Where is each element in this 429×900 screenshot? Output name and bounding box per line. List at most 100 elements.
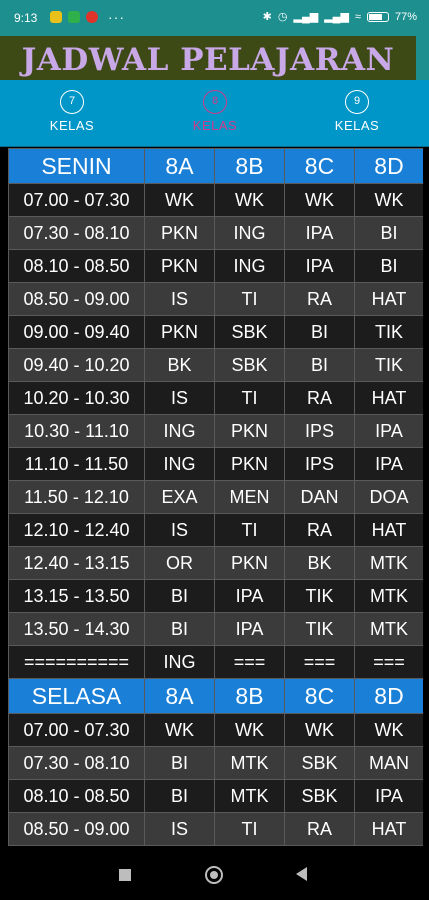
day-header-row: SENIN 8A 8B 8C 8D bbox=[8, 148, 423, 184]
time-slot: 12.10 - 12.40 bbox=[8, 513, 145, 547]
battery-fill bbox=[368, 13, 382, 20]
subject-cell: RA bbox=[284, 513, 355, 547]
day-header-row: SELASA 8A 8B 8C 8D bbox=[8, 678, 423, 714]
status-bar: 9:13 ··· ✱ ◷ ▂▄▆ ▂▄▆ ≈ 77% bbox=[0, 0, 429, 36]
table-row: 07.30 - 08.10 PKN ING IPA BI bbox=[8, 216, 423, 250]
subject-cell: OR bbox=[144, 546, 215, 580]
schedule-scroll[interactable]: SENIN 8A 8B 8C 8D 07.00 - 07.30 WK WK WK WK 07.30 … bbox=[8, 148, 423, 850]
subject-cell: WK bbox=[214, 183, 285, 217]
class-header: 8A bbox=[144, 678, 215, 714]
time-slot: 07.00 - 07.30 bbox=[8, 183, 145, 217]
table-row: 08.10 - 08.50 BI MTK SBK IPA bbox=[8, 779, 423, 813]
navigation-bar bbox=[0, 850, 429, 900]
subject-cell: HAT bbox=[354, 513, 423, 547]
subject-cell: WK bbox=[354, 183, 423, 217]
class-header: 8B bbox=[214, 678, 285, 714]
tab-kelas-7[interactable]: 7 KELAS bbox=[17, 90, 127, 133]
subject-cell: PKN bbox=[144, 315, 215, 349]
time-slot: 13.50 - 14.30 bbox=[8, 612, 145, 646]
subject-cell: WK bbox=[144, 183, 215, 217]
page-title: JADWAL PELAJARAN bbox=[21, 42, 395, 78]
class-header: 8D bbox=[354, 148, 423, 184]
subject-cell: RA bbox=[284, 381, 355, 415]
tab-kelas-9[interactable]: 9 KELAS bbox=[302, 90, 412, 133]
subject-cell: IPA bbox=[354, 447, 423, 481]
subject-cell: MTK bbox=[354, 579, 423, 613]
subject-cell: TI bbox=[214, 513, 285, 547]
status-time: 9:13 bbox=[14, 11, 38, 25]
subject-cell: WK bbox=[214, 713, 285, 747]
subject-cell: IPS bbox=[284, 414, 355, 448]
subject-cell: IPS bbox=[284, 447, 355, 481]
table-row: 07.00 - 07.30 WK WK WK WK bbox=[8, 713, 423, 747]
subject-cell: WK bbox=[284, 713, 355, 747]
subject-cell: === bbox=[354, 645, 423, 679]
table-row: 13.50 - 14.30 BI IPA TIK MTK bbox=[8, 612, 423, 646]
table-row: 09.00 - 09.40 PKN SBK BI TIK bbox=[8, 315, 423, 349]
time-slot: 10.20 - 10.30 bbox=[8, 381, 145, 415]
time-slot: 08.10 - 08.50 bbox=[8, 779, 145, 813]
subject-cell: PKN bbox=[144, 216, 215, 250]
time-slot: 13.15 - 13.50 bbox=[8, 579, 145, 613]
subject-cell: MTK bbox=[354, 612, 423, 646]
tab-label: KELAS bbox=[49, 118, 95, 133]
recent-apps-icon[interactable] bbox=[119, 869, 131, 881]
time-slot: 09.40 - 10.20 bbox=[8, 348, 145, 382]
subject-cell: IS bbox=[144, 812, 215, 846]
subject-cell: MTK bbox=[214, 779, 285, 813]
subject-cell: BI bbox=[144, 746, 215, 780]
subject-cell: SBK bbox=[214, 315, 285, 349]
home-icon[interactable] bbox=[205, 866, 223, 884]
subject-cell: WK bbox=[354, 713, 423, 747]
bluetooth-icon: ✱ bbox=[262, 11, 272, 23]
time-slot: 07.30 - 08.10 bbox=[8, 216, 145, 250]
subject-cell: BK bbox=[144, 348, 215, 382]
class-header: 8B bbox=[214, 148, 285, 184]
mi-red-icon bbox=[86, 11, 98, 23]
notification-yellow-icon bbox=[50, 11, 62, 23]
subject-cell: DOA bbox=[354, 480, 423, 514]
table-row: 12.10 - 12.40 IS TI RA HAT bbox=[8, 513, 423, 547]
subject-cell: WK bbox=[144, 713, 215, 747]
subject-cell: TIK bbox=[284, 612, 355, 646]
wifi-icon: ≈ bbox=[354, 10, 361, 23]
subject-cell: TIK bbox=[354, 348, 423, 382]
subject-cell: SBK bbox=[284, 746, 355, 780]
time-slot: ========== bbox=[8, 645, 145, 679]
subject-cell: TIK bbox=[354, 315, 423, 349]
time-slot: 11.10 - 11.50 bbox=[8, 447, 145, 481]
title-bar: JADWAL PELAJARAN bbox=[0, 36, 416, 80]
schedule-table: SENIN 8A 8B 8C 8D 07.00 - 07.30 WK WK WK WK 07.30 … bbox=[8, 148, 423, 846]
back-icon[interactable] bbox=[296, 867, 307, 881]
table-row: 07.00 - 07.30 WK WK WK WK bbox=[8, 183, 423, 217]
battery-percent: 77% bbox=[394, 10, 417, 23]
subject-cell: SBK bbox=[214, 348, 285, 382]
subject-cell: IPA bbox=[284, 216, 355, 250]
time-slot: 10.30 - 11.10 bbox=[8, 414, 145, 448]
subject-cell: PKN bbox=[144, 249, 215, 283]
table-row: ========== ING === === === bbox=[8, 645, 423, 679]
subject-cell: HAT bbox=[354, 381, 423, 415]
subject-cell: BI bbox=[284, 348, 355, 382]
tab-number-badge: 7 bbox=[60, 90, 84, 114]
table-row: 08.10 - 08.50 PKN ING IPA BI bbox=[8, 249, 423, 283]
subject-cell: PKN bbox=[214, 414, 285, 448]
system-icons: ✱ ◷ ▂▄▆ ▂▄▆ ≈ 77% bbox=[262, 10, 417, 24]
day-name: SENIN bbox=[8, 148, 145, 184]
subject-cell: TIK bbox=[284, 579, 355, 613]
time-slot: 11.50 - 12.10 bbox=[8, 480, 145, 514]
subject-cell: ING bbox=[144, 645, 215, 679]
subject-cell: MEN bbox=[214, 480, 285, 514]
subject-cell: BI bbox=[144, 579, 215, 613]
title-bar-edge bbox=[416, 36, 429, 80]
time-slot: 08.10 - 08.50 bbox=[8, 249, 145, 283]
subject-cell: ING bbox=[144, 414, 215, 448]
table-row: 10.20 - 10.30 IS TI RA HAT bbox=[8, 381, 423, 415]
time-slot: 09.00 - 09.40 bbox=[8, 315, 145, 349]
tab-kelas-8[interactable]: 8 KELAS bbox=[160, 90, 270, 133]
battery-icon bbox=[366, 11, 389, 22]
subject-cell: RA bbox=[284, 282, 355, 316]
subject-cell: PKN bbox=[214, 447, 285, 481]
subject-cell: IPA bbox=[354, 779, 423, 813]
subject-cell: MAN bbox=[354, 746, 423, 780]
